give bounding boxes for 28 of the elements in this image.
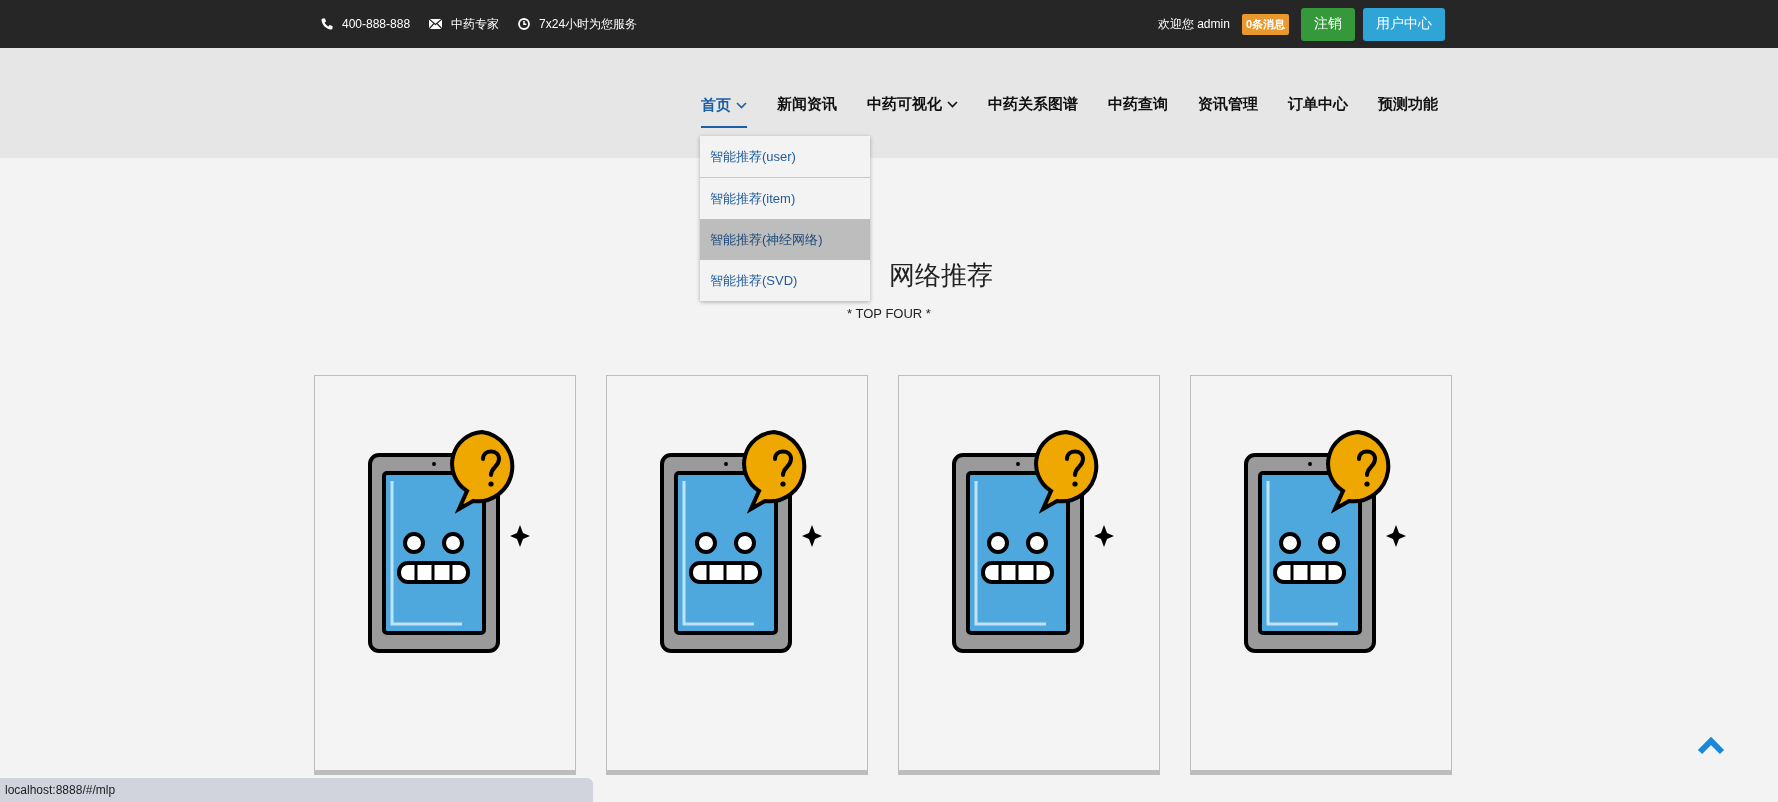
product-card[interactable]	[314, 375, 576, 775]
nav-link[interactable]: 订单中心	[1288, 48, 1348, 158]
product-card[interactable]	[606, 375, 868, 775]
dropdown-item[interactable]: 智能推荐(item)	[700, 178, 870, 219]
status-url: localhost:8888/#/mlp	[0, 778, 593, 802]
dropdown-item[interactable]: 智能推荐(SVD)	[700, 260, 870, 301]
nav-link[interactable]: 中药查询	[1108, 48, 1168, 158]
nav-link[interactable]: 中药关系图谱	[988, 48, 1078, 158]
mail-icon	[429, 19, 443, 29]
section-title: 网络推荐	[889, 259, 993, 292]
chevron-down-icon	[947, 100, 958, 108]
service-hours: 7x24小时为您服务	[539, 15, 638, 33]
dropdown-item[interactable]: 智能推荐(user)	[700, 136, 870, 178]
nav-link[interactable]: 中药可视化	[867, 48, 958, 158]
nav-link[interactable]: 资讯管理	[1198, 48, 1258, 158]
dropdown-item[interactable]: 智能推荐(神经网络)	[700, 219, 870, 260]
welcome-text: 欢迎您 admin	[1157, 15, 1230, 33]
product-card[interactable]	[1190, 375, 1452, 775]
phone-number: 400-888-888	[342, 17, 411, 31]
email-label: 中药专家	[451, 15, 500, 33]
product-card[interactable]	[898, 375, 1160, 775]
section-subtitle: * TOP FOUR *	[847, 306, 931, 321]
back-to-top-icon[interactable]	[1697, 737, 1725, 755]
clock-icon	[518, 18, 531, 30]
nav-link[interactable]: 预测功能	[1378, 48, 1438, 158]
phone-icon	[321, 18, 333, 30]
logout-button[interactable]: 注销	[1301, 7, 1355, 41]
chevron-down-icon	[736, 101, 747, 109]
